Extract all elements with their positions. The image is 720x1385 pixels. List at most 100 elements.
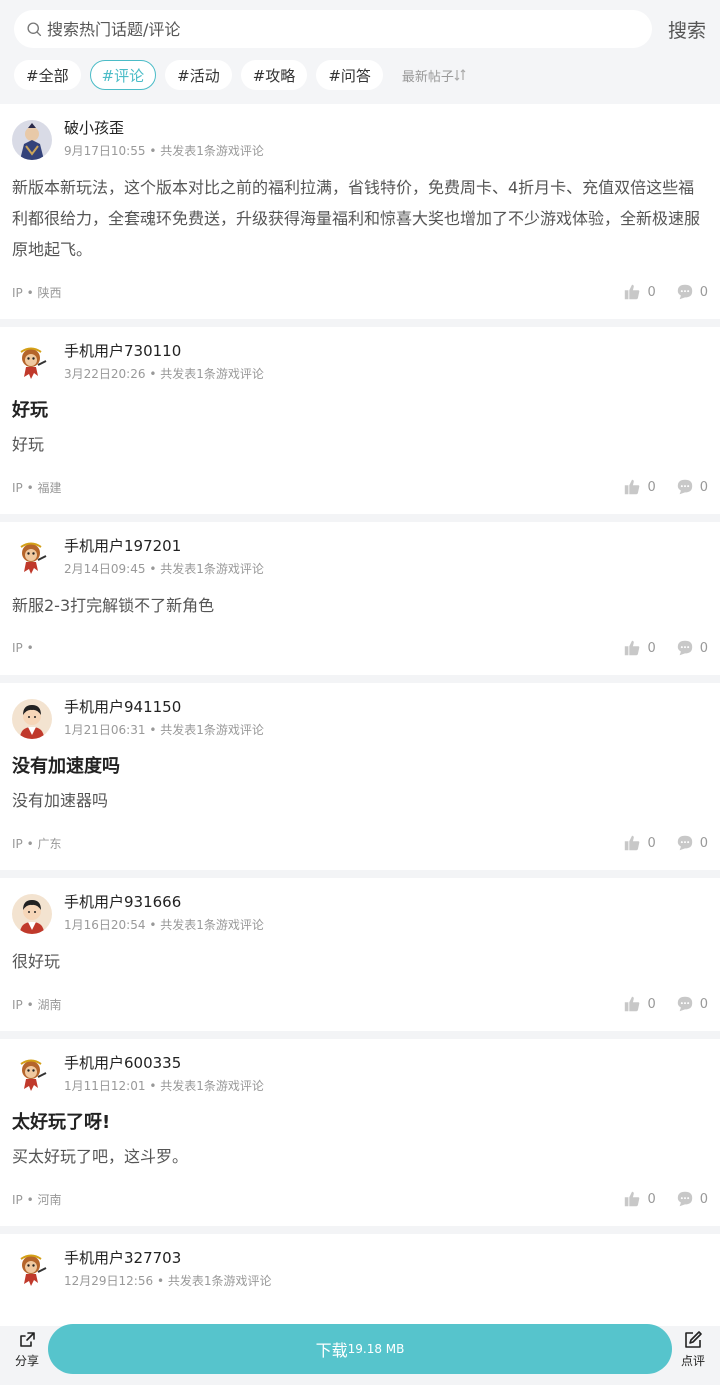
- like-button[interactable]: 0: [623, 478, 656, 496]
- tab-review[interactable]: #评论: [89, 60, 157, 90]
- post-actions: 00: [603, 478, 708, 496]
- username[interactable]: 手机用户327703: [64, 1248, 271, 1268]
- download-button[interactable]: 下载 19.18 MB: [48, 1324, 672, 1374]
- tab-qa[interactable]: #问答: [316, 60, 383, 90]
- comment-button[interactable]: 0: [676, 478, 708, 496]
- post-content: 没有加速器吗: [12, 791, 109, 810]
- post-card[interactable]: 手机用户941150 1月21日06:31 • 共发表1条游戏评论 没有加速度吗 没有…: [0, 683, 720, 870]
- monkey-avatar[interactable]: [12, 1250, 52, 1290]
- thumb-up-icon: [625, 1191, 640, 1207]
- comment-icon: [677, 640, 692, 656]
- post-meta: 12月29日12:56 • 共发表1条游戏评论: [64, 1274, 272, 1288]
- post-actions: 00: [603, 283, 708, 301]
- boy-avatar[interactable]: [12, 894, 52, 934]
- post-card[interactable]: 手机用户197201 2月14日09:45 • 共发表1条游戏评论 新服2-3打完解…: [0, 522, 720, 675]
- comment-count: 0: [699, 640, 708, 656]
- monkey-avatar[interactable]: [12, 538, 52, 578]
- post-content: 新版本新玩法，这个版本对比之前的福利拉满，省钱特价，免费周卡、4折月卡、充值双倍…: [12, 178, 701, 259]
- user-info: 手机用户600335 1月11日12:01 • 共发表1条游戏评论: [64, 1053, 264, 1093]
- like-count: 0: [647, 479, 656, 495]
- topic-tabs: #全部 #评论 #活动 #攻略 #问答 最新帖子: [14, 60, 706, 90]
- post-card[interactable]: 手机用户931666 1月16日20:54 • 共发表1条游戏评论 很好玩 IP • …: [0, 878, 720, 1031]
- tab-all[interactable]: #全部: [14, 60, 81, 90]
- monk-avatar[interactable]: [12, 120, 52, 160]
- ip-location: IP • 福建: [12, 480, 62, 495]
- post-title: 没有加速度吗: [12, 756, 120, 777]
- comment-count: 0: [699, 1191, 708, 1207]
- post-header: 手机用户730110 3月22日20:26 • 共发表1条游戏评论: [12, 341, 708, 389]
- comment-icon: [677, 1191, 692, 1207]
- search-row: 搜索: [14, 10, 706, 48]
- download-size: 19.18 MB: [347, 1342, 405, 1356]
- search-input[interactable]: [47, 19, 607, 39]
- comment-button[interactable]: 0: [676, 283, 708, 301]
- username[interactable]: 手机用户941150: [64, 697, 264, 717]
- comment-icon: [677, 284, 692, 300]
- like-button[interactable]: 0: [623, 283, 656, 301]
- post-feed: 破小孩歪 9月17日10:55 • 共发表1条游戏评论新版本新玩法，这个版本对比之…: [0, 104, 720, 1326]
- monkey-avatar[interactable]: [12, 1055, 52, 1095]
- post-footer: IP • 0 0: [12, 621, 708, 675]
- comment-count: 0: [699, 996, 708, 1012]
- username[interactable]: 手机用户931666: [64, 892, 264, 912]
- post-meta: 9月17日10:55 • 共发表1条游戏评论: [64, 144, 264, 158]
- post-date: 1月21日06:31: [64, 723, 146, 737]
- tab-activity[interactable]: #活动: [165, 60, 232, 90]
- search-icon: [27, 21, 42, 36]
- thumb-up-icon: [625, 284, 640, 300]
- monkey-avatar[interactable]: [12, 343, 52, 383]
- like-button[interactable]: 0: [623, 639, 656, 657]
- post-date: 1月11日12:01: [64, 1079, 146, 1093]
- post-header: 手机用户327703 12月29日12:56 • 共发表1条游戏评论: [12, 1248, 708, 1296]
- like-count: 0: [647, 996, 656, 1012]
- post-header: 破小孩歪 9月17日10:55 • 共发表1条游戏评论: [12, 118, 708, 166]
- username[interactable]: 手机用户197201: [64, 536, 264, 556]
- review-button[interactable]: 点评: [676, 1330, 710, 1369]
- user-info: 手机用户327703 12月29日12:56 • 共发表1条游戏评论: [64, 1248, 271, 1288]
- ip-location: IP • 河南: [12, 1192, 62, 1207]
- like-count: 0: [647, 284, 656, 300]
- like-count: 0: [647, 1191, 656, 1207]
- post-meta: 3月22日20:26 • 共发表1条游戏评论: [64, 367, 264, 381]
- top-bar: 搜索 #全部 #评论 #活动 #攻略 #问答 最新帖子: [0, 0, 720, 104]
- post-count: 共发表1条游戏评论: [160, 918, 264, 932]
- post-title: 太好玩了呀!: [12, 1112, 111, 1133]
- search-box[interactable]: [14, 10, 652, 48]
- post-header: 手机用户941150 1月21日06:31 • 共发表1条游戏评论: [12, 697, 708, 745]
- comment-icon: [677, 479, 692, 495]
- username[interactable]: 破小孩歪: [64, 118, 264, 138]
- username[interactable]: 手机用户730110: [64, 341, 264, 361]
- post-date: 3月22日20:26: [64, 367, 146, 381]
- username[interactable]: 手机用户600335: [64, 1053, 264, 1073]
- sort-button[interactable]: 最新帖子: [402, 66, 466, 85]
- comment-button[interactable]: 0: [676, 834, 708, 852]
- like-button[interactable]: 0: [623, 834, 656, 852]
- comment-button[interactable]: 0: [676, 639, 708, 657]
- like-button[interactable]: 0: [623, 995, 656, 1013]
- post-meta: 1月11日12:01 • 共发表1条游戏评论: [64, 1079, 264, 1093]
- like-button[interactable]: 0: [623, 1190, 656, 1208]
- edit-icon: [685, 1330, 702, 1348]
- post-date: 2月14日09:45: [64, 562, 146, 576]
- tab-guide[interactable]: #攻略: [240, 60, 308, 90]
- share-button[interactable]: 分享: [10, 1330, 44, 1369]
- comment-icon: [677, 996, 692, 1012]
- boy-avatar[interactable]: [12, 699, 52, 739]
- post-content: 新服2-3打完解锁不了新角色: [12, 596, 215, 615]
- post-actions: 00: [603, 834, 708, 852]
- user-info: 手机用户931666 1月16日20:54 • 共发表1条游戏评论: [64, 892, 264, 932]
- comment-button[interactable]: 0: [676, 1190, 708, 1208]
- thumb-up-icon: [625, 479, 640, 495]
- thumb-up-icon: [625, 996, 640, 1012]
- post-card[interactable]: 手机用户730110 3月22日20:26 • 共发表1条游戏评论 好玩 好玩 IP •…: [0, 327, 720, 514]
- sort-label: 最新帖子: [401, 69, 454, 85]
- search-button[interactable]: 搜索: [664, 16, 706, 43]
- post-footer: IP • 广东 0 0: [12, 816, 708, 870]
- share-label: 分享: [14, 1353, 39, 1368]
- post-content: 好玩: [12, 435, 45, 454]
- post-card[interactable]: 破小孩歪 9月17日10:55 • 共发表1条游戏评论新版本新玩法，这个版本对比之…: [0, 104, 720, 319]
- post-card[interactable]: 手机用户600335 1月11日12:01 • 共发表1条游戏评论 太好玩了呀! 买太…: [0, 1039, 720, 1226]
- comment-button[interactable]: 0: [676, 995, 708, 1013]
- post-count: 共发表1条游戏评论: [160, 144, 264, 158]
- ip-location: IP • 陕西: [12, 285, 62, 300]
